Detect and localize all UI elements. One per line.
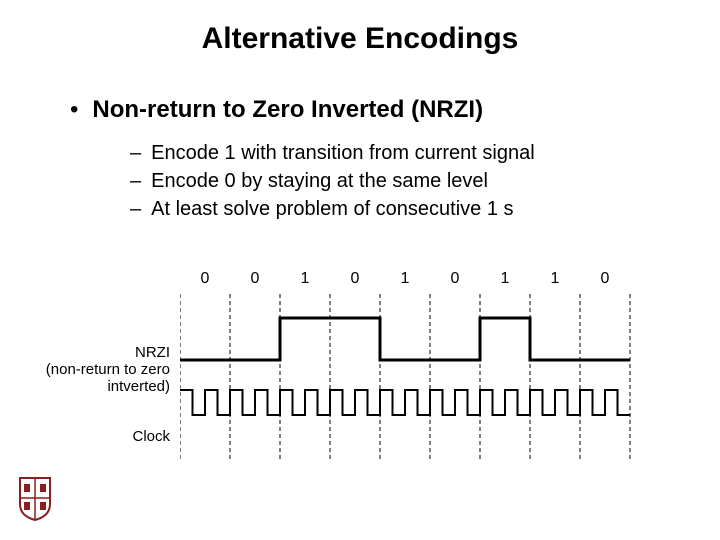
nrzi-label: NRZI (non-return to zero intverted) bbox=[46, 344, 170, 395]
nrzi-label-line: intverted) bbox=[107, 378, 170, 395]
sub-item: – Encode 0 by staying at the same level bbox=[130, 168, 670, 194]
signal-svg bbox=[180, 270, 650, 470]
bit-label: 1 bbox=[530, 270, 580, 288]
brown-shield-icon bbox=[18, 476, 52, 522]
bit-label: 0 bbox=[230, 270, 280, 288]
nrzi-waveform bbox=[180, 318, 630, 360]
sub-item: – Encode 1 with transition from current … bbox=[130, 140, 670, 166]
sub-text: Encode 0 by staying at the same level bbox=[151, 168, 488, 194]
sub-list: – Encode 1 with transition from current … bbox=[70, 134, 670, 222]
bit-label: 1 bbox=[380, 270, 430, 288]
sub-text: At least solve problem of consecutive 1 … bbox=[151, 196, 513, 222]
sub-text: Encode 1 with transition from current si… bbox=[151, 140, 535, 166]
bit-label: 0 bbox=[180, 270, 230, 288]
dash-marker: – bbox=[130, 196, 141, 222]
nrzi-label-line: (non-return to zero bbox=[46, 361, 170, 378]
sub-item: – At least solve problem of consecutive … bbox=[130, 196, 670, 222]
page-title: Alternative Encodings bbox=[0, 0, 720, 56]
clock-label: Clock bbox=[132, 428, 170, 445]
clock-label-text: Clock bbox=[132, 428, 170, 445]
dash-marker: – bbox=[130, 140, 141, 166]
bit-label: 0 bbox=[430, 270, 480, 288]
content-area: • Non-return to Zero Inverted (NRZI) – E… bbox=[0, 56, 720, 222]
bullet-text: Non-return to Zero Inverted (NRZI) bbox=[92, 96, 483, 124]
dash-marker: – bbox=[130, 168, 141, 194]
bit-label: 0 bbox=[330, 270, 380, 288]
bit-label: 1 bbox=[480, 270, 530, 288]
bit-label: 0 bbox=[580, 270, 630, 288]
nrzi-label-line: NRZI bbox=[135, 344, 170, 361]
signal-diagram: 0 0 1 0 1 0 1 1 0 NRZI (non-return to ze… bbox=[180, 270, 660, 470]
bullet-item: • Non-return to Zero Inverted (NRZI) bbox=[70, 96, 670, 124]
clock-waveform bbox=[180, 390, 630, 415]
bit-labels-row: 0 0 1 0 1 0 1 1 0 bbox=[180, 270, 660, 294]
bullet-marker: • bbox=[70, 96, 78, 124]
bit-label: 1 bbox=[280, 270, 330, 288]
